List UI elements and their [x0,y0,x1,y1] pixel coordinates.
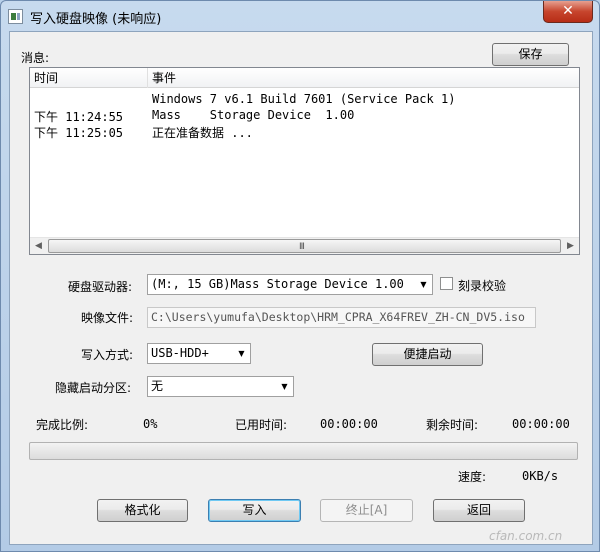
image-file-label: 映像文件: [81,311,134,325]
progress-value: 0% [143,417,158,431]
window-title: 写入硬盘映像 (未响应) [30,12,162,27]
column-header-time[interactable]: 时间 [30,68,148,88]
row-event: Windows 7 v6.1 Build 7601 (Service Pack … [152,92,456,106]
title-bar[interactable]: 写入硬盘映像 (未响应) ✕ [1,1,599,31]
elapsed-value: 00:00:00 [320,417,378,431]
hidden-partition-label: 隐藏启动分区: [55,381,132,395]
stop-button[interactable]: 终止[A] [320,499,413,522]
dialog-body: 消息: 保存 时间 事件 Windows 7 v6.1 Build 7601 (… [9,31,593,545]
app-icon [8,9,23,24]
progress-label: 完成比例: [36,418,89,432]
write-mode-label: 写入方式: [81,348,134,362]
quick-boot-button[interactable]: 便捷启动 [372,343,483,366]
save-button[interactable]: 保存 [492,43,569,66]
close-button[interactable]: ✕ [543,1,593,23]
speed-label: 速度: [458,470,487,484]
write-mode-value: USB-HDD+ [151,346,209,360]
write-button[interactable]: 写入 [208,499,301,522]
verify-label: 刻录校验 [458,279,507,293]
format-button[interactable]: 格式化 [97,499,188,522]
column-header-event[interactable]: 事件 [148,68,579,88]
horizontal-scrollbar[interactable]: ◀ III ▶ [30,237,579,254]
message-list[interactable]: 时间 事件 Windows 7 v6.1 Build 7601 (Service… [29,67,580,255]
messages-label: 消息: [21,51,50,65]
scroll-left-icon[interactable]: ◀ [30,238,47,255]
watermark: cfan.com.cn [489,529,563,543]
write-mode-select[interactable]: USB-HDD+ ▼ [147,343,251,364]
main-window: 写入硬盘映像 (未响应) ✕ 消息: 保存 时间 事件 Windows 7 v6… [0,0,600,552]
progress-bar [29,442,578,460]
remaining-label: 剩余时间: [426,418,479,432]
row-event: 正在准备数据 ... [152,126,253,140]
verify-checkbox[interactable] [440,277,453,290]
chevron-down-icon: ▼ [420,280,427,289]
row-event: Mass Storage Device 1.00 [152,108,355,122]
image-file-field[interactable]: C:\Users\yumufa\Desktop\HRM_CPRA_X64FREV… [147,307,536,328]
list-header: 时间 事件 [30,68,579,88]
elapsed-label: 已用时间: [235,418,288,432]
hidden-partition-select[interactable]: 无 ▼ [147,376,294,397]
chevron-down-icon: ▼ [238,349,245,358]
hidden-partition-value: 无 [151,379,164,393]
row-time: 下午 11:25:05 [34,126,124,140]
remaining-value: 00:00:00 [512,417,570,431]
chevron-down-icon: ▼ [281,382,288,391]
grip-icon: III [299,242,305,252]
drive-value: (M:, 15 GB)Mass Storage Device 1.00 [151,277,404,291]
row-time: 下午 11:24:55 [34,110,124,124]
scroll-right-icon[interactable]: ▶ [562,238,579,255]
drive-select[interactable]: (M:, 15 GB)Mass Storage Device 1.00 ▼ [147,274,433,295]
drive-label: 硬盘驱动器: [68,280,133,294]
speed-value: 0KB/s [522,469,559,483]
back-button[interactable]: 返回 [433,499,525,522]
scrollbar-thumb[interactable]: III [48,239,561,253]
